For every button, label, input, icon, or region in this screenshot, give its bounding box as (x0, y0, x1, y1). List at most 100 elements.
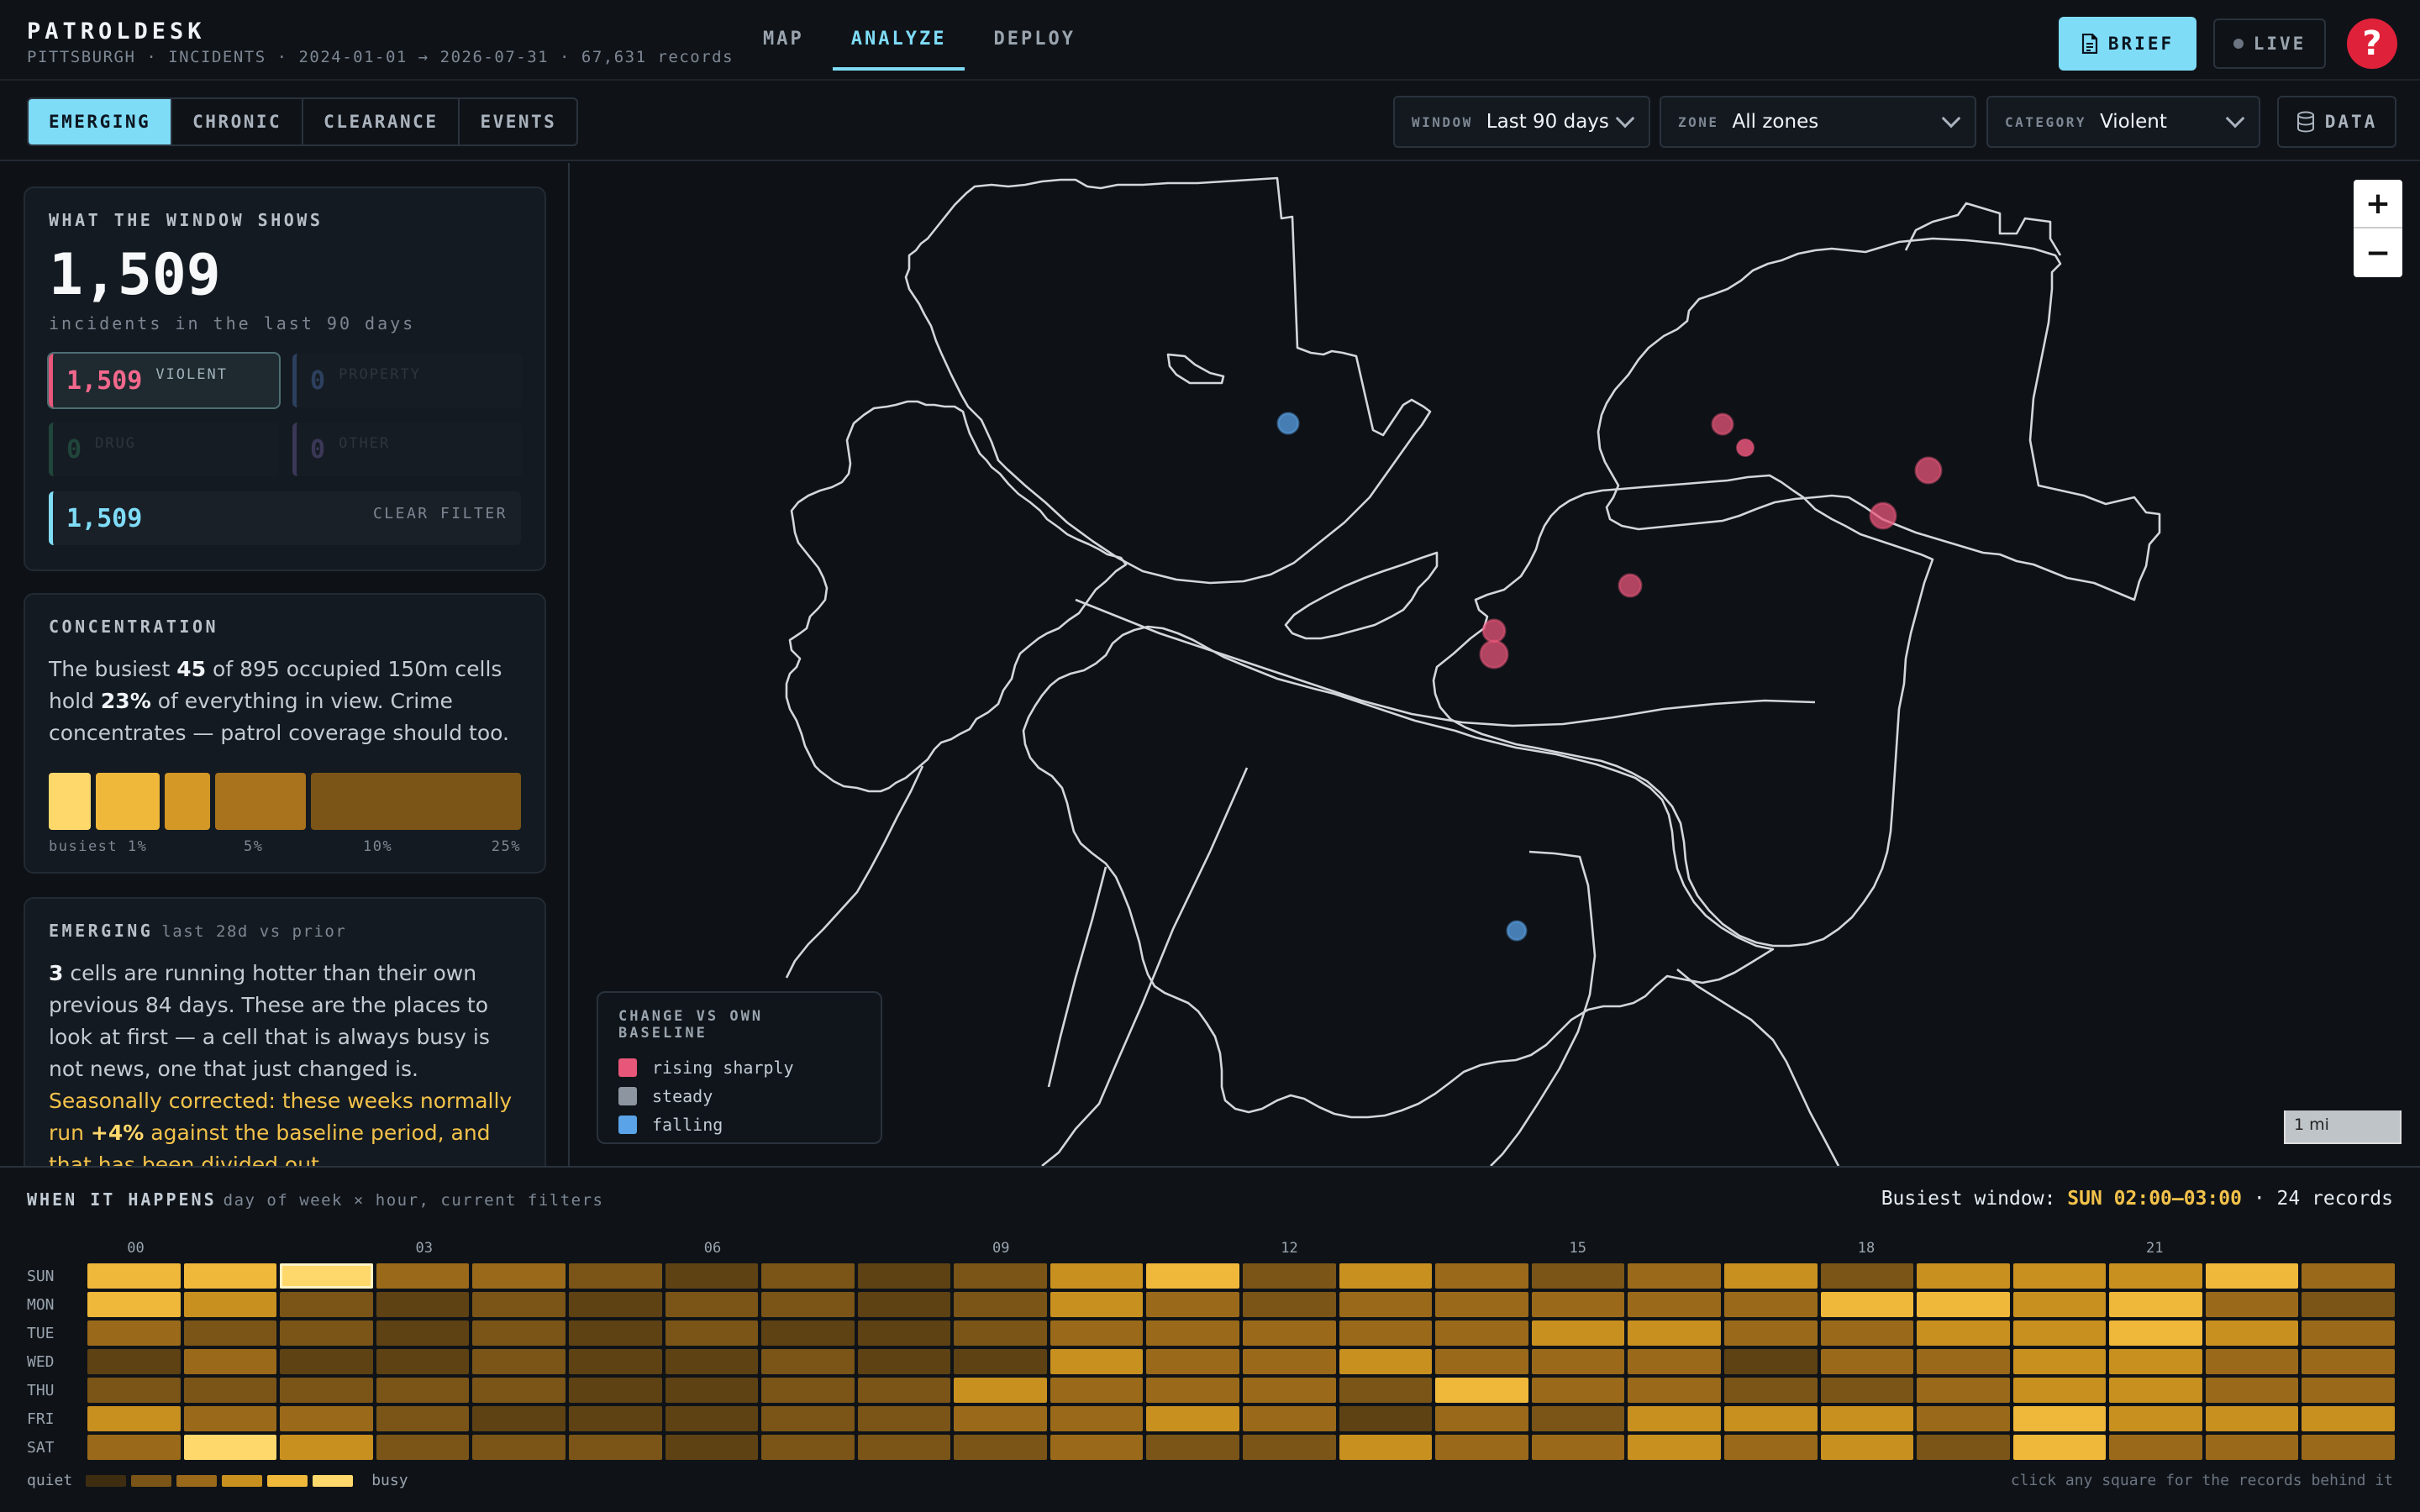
heatmap-cell[interactable] (1628, 1406, 1721, 1431)
heatmap-cell[interactable] (1723, 1435, 1818, 1460)
heatmap-cell[interactable] (954, 1292, 1047, 1317)
heatmap-cell[interactable] (376, 1378, 470, 1403)
heatmap-cell[interactable] (1531, 1406, 1625, 1431)
heatmap-cell[interactable] (1435, 1320, 1528, 1346)
heatmap-cell[interactable] (2205, 1435, 2299, 1460)
heatmap-cell[interactable] (87, 1292, 181, 1317)
heatmap-cell[interactable] (761, 1263, 855, 1289)
heatmap-cell[interactable] (1146, 1349, 1239, 1374)
heatmap-cell[interactable] (2205, 1349, 2299, 1374)
heatmap-cell[interactable] (1435, 1378, 1528, 1403)
window-select[interactable]: WINDOW Last 90 days (1393, 96, 1650, 148)
heatmap-cell[interactable] (1339, 1378, 1433, 1403)
heatmap-cell[interactable] (376, 1406, 470, 1431)
heatmap-cell[interactable] (568, 1378, 662, 1403)
heatmap-cell[interactable] (1050, 1435, 1144, 1460)
mode-chronic[interactable]: CHRONIC (172, 99, 304, 144)
heatmap-cell[interactable] (568, 1406, 662, 1431)
heatmap-cell[interactable] (1339, 1263, 1433, 1289)
heatmap-cell[interactable] (1050, 1263, 1144, 1289)
mode-events[interactable]: EVENTS (460, 99, 576, 144)
concentration-segment-top10[interactable] (165, 773, 210, 830)
clear-filter-button[interactable]: CLEAR FILTER (373, 505, 508, 522)
heatmap-cell[interactable] (2302, 1263, 2395, 1289)
heatmap-cell[interactable] (1243, 1435, 1336, 1460)
heatmap-cell[interactable] (2302, 1292, 2395, 1317)
heatmap-cell[interactable] (1531, 1263, 1625, 1289)
heatmap-cell[interactable] (1435, 1292, 1528, 1317)
heatmap-cell[interactable] (1917, 1263, 2010, 1289)
heatmap-cell[interactable] (2205, 1263, 2299, 1289)
heatmap-cell[interactable] (1050, 1292, 1144, 1317)
heatmap-cell[interactable] (472, 1292, 566, 1317)
heatmap-cell[interactable] (568, 1349, 662, 1374)
tab-map[interactable]: MAP (739, 0, 828, 71)
heatmap-cell[interactable] (1531, 1435, 1625, 1460)
heatmap-cell[interactable] (761, 1406, 855, 1431)
heatmap-cell[interactable] (954, 1320, 1047, 1346)
heatmap-cell[interactable] (1531, 1378, 1625, 1403)
heatmap-cell[interactable] (2012, 1349, 2107, 1374)
heatmap-cell[interactable] (376, 1349, 470, 1374)
chip-violent[interactable]: 1,509 VIOLENT (47, 352, 281, 409)
heatmap-cell[interactable] (87, 1435, 181, 1460)
heatmap-cell[interactable] (2205, 1320, 2299, 1346)
heatmap-cell[interactable] (1917, 1435, 2010, 1460)
heatmap-cell[interactable] (857, 1435, 951, 1460)
chip-property[interactable]: 0 PROPERTY (292, 354, 523, 407)
heatmap-cell[interactable] (87, 1406, 181, 1431)
heatmap-cell[interactable] (1723, 1263, 1818, 1289)
heatmap-cell[interactable] (1050, 1378, 1144, 1403)
heatmap-cell[interactable] (280, 1292, 373, 1317)
heatmap-cell[interactable] (376, 1263, 470, 1289)
heatmap-cell[interactable] (472, 1378, 566, 1403)
heatmap-cell[interactable] (761, 1435, 855, 1460)
heatmap-cell[interactable] (183, 1320, 277, 1346)
heatmap-cell[interactable] (1723, 1349, 1818, 1374)
heatmap-cell[interactable] (472, 1406, 566, 1431)
heatmap-cell[interactable] (2012, 1292, 2107, 1317)
heatmap-cell[interactable] (1339, 1435, 1433, 1460)
heatmap-cell[interactable] (1243, 1349, 1336, 1374)
zoom-out-button[interactable]: − (2354, 228, 2402, 277)
brief-button[interactable]: BRIEF (2059, 17, 2196, 71)
heatmap-cell[interactable] (1435, 1349, 1528, 1374)
help-button[interactable]: ? (2347, 18, 2397, 69)
heatmap-cell[interactable] (954, 1378, 1047, 1403)
heatmap-cell[interactable] (376, 1292, 470, 1317)
live-toggle[interactable]: LIVE (2213, 18, 2326, 69)
heatmap-cell[interactable] (1628, 1263, 1721, 1289)
heatmap-cell[interactable] (2012, 1406, 2107, 1431)
heatmap-cell[interactable] (280, 1263, 373, 1289)
heatmap-cell[interactable] (954, 1349, 1047, 1374)
tab-analyze[interactable]: ANALYZE (828, 0, 971, 71)
heatmap-cell[interactable] (1146, 1435, 1239, 1460)
heatmap-cell[interactable] (2302, 1320, 2395, 1346)
heatmap-cell[interactable] (472, 1320, 566, 1346)
heatmap-cell[interactable] (2205, 1406, 2299, 1431)
heatmap-cell[interactable] (183, 1378, 277, 1403)
heatmap-cell[interactable] (761, 1292, 855, 1317)
heatmap-cell[interactable] (472, 1349, 566, 1374)
heatmap-cell[interactable] (376, 1320, 470, 1346)
heatmap-cell[interactable] (1723, 1292, 1818, 1317)
heatmap-cell[interactable] (472, 1263, 566, 1289)
heatmap-cell[interactable] (2109, 1378, 2202, 1403)
heatmap-cell[interactable] (761, 1349, 855, 1374)
concentration-segment-top1[interactable] (49, 773, 91, 830)
heatmap-cell[interactable] (1050, 1349, 1144, 1374)
heatmap-cell[interactable] (568, 1320, 662, 1346)
heatmap-cell[interactable] (1820, 1320, 1914, 1346)
heatmap-cell[interactable] (280, 1349, 373, 1374)
heatmap-cell[interactable] (1531, 1320, 1625, 1346)
heatmap-cell[interactable] (1820, 1349, 1914, 1374)
mode-emerging[interactable]: EMERGING (29, 99, 173, 144)
heatmap-cell[interactable] (2205, 1292, 2299, 1317)
heatmap-cell[interactable] (1628, 1320, 1721, 1346)
heatmap-cell[interactable] (2302, 1349, 2395, 1374)
heatmap-cell[interactable] (472, 1435, 566, 1460)
heatmap-cell[interactable] (1531, 1349, 1625, 1374)
heatmap-cell[interactable] (183, 1349, 277, 1374)
heatmap-cell[interactable] (1146, 1406, 1239, 1431)
heatmap-cell[interactable] (1917, 1378, 2010, 1403)
